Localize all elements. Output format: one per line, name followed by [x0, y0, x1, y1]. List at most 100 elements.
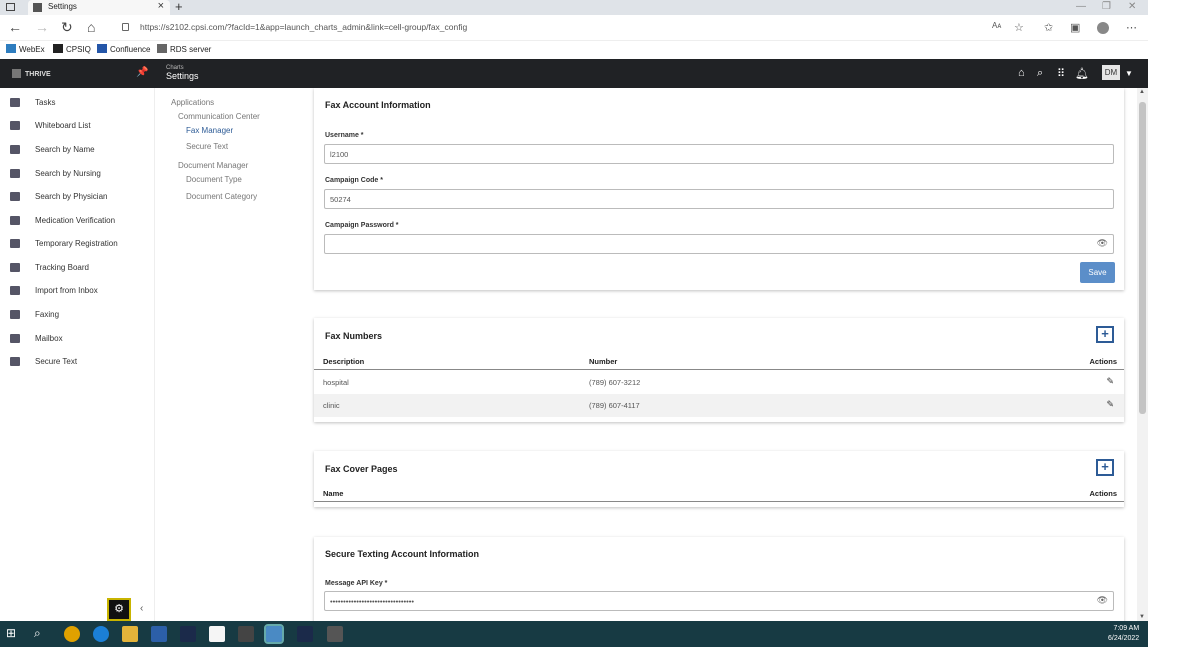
table-row: clinic (789) 607-4117 ✎ — [314, 394, 1124, 417]
breadcrumb: Charts Settings — [166, 65, 199, 81]
forward-icon[interactable]: → — [35, 19, 49, 35]
show-api-key-eye-icon[interactable]: 👁︎ — [1097, 595, 1108, 606]
back-icon[interactable]: ← — [8, 19, 22, 35]
edit-icon[interactable]: ✎ — [1106, 376, 1114, 387]
brand-logo[interactable]: THRIVE — [12, 69, 51, 78]
chrome-icon[interactable] — [64, 626, 80, 642]
taskbar: ⊞ ⌕ 7:09 AM 6/24/2022 — [0, 621, 1148, 647]
cpsiq-icon — [53, 44, 63, 53]
campaign-code-field[interactable]: 50274 — [324, 189, 1114, 209]
search-icon[interactable]: ⌕ — [1037, 67, 1043, 80]
bell-icon[interactable]: 🔔︎ — [1075, 67, 1089, 80]
more-icon[interactable]: ⋯ — [1126, 21, 1137, 34]
sidebar-item-label: Search by Name — [35, 145, 95, 154]
notepad-icon[interactable] — [209, 626, 225, 642]
bookmark-rds-server[interactable]: RDS server — [157, 44, 211, 54]
api-key-field[interactable]: •••••••••••••••••••••••••••••••• 👁︎ — [324, 591, 1114, 611]
app-icon[interactable] — [238, 626, 254, 642]
scroll-down-icon[interactable]: ▼ — [1139, 614, 1145, 620]
subnav-communication-center[interactable]: Communication Center — [178, 112, 260, 121]
search-icon[interactable]: ⌕ — [34, 626, 50, 642]
clock-date: 6/24/2022 — [1108, 635, 1140, 642]
remote-desktop-icon[interactable] — [327, 626, 343, 642]
windows-start-icon[interactable]: ⊞ — [6, 626, 22, 642]
scroll-up-icon[interactable]: ▲ — [1139, 89, 1145, 95]
subnav-fax-manager[interactable]: Fax Manager — [186, 126, 233, 135]
add-cover-page-button[interactable]: + — [1096, 459, 1114, 476]
favorites-icon[interactable]: ✩ — [1044, 21, 1053, 34]
home-icon[interactable]: ⌂ — [1018, 67, 1025, 79]
settings-subnav: Applications Communication Center Fax Ma… — [156, 88, 306, 621]
tasks-icon — [10, 98, 20, 107]
tab-close-icon[interactable]: × — [158, 0, 164, 12]
edit-icon[interactable]: ✎ — [1106, 399, 1114, 410]
vertical-scrollbar[interactable]: ▲ ▼ — [1137, 88, 1148, 621]
show-password-eye-icon[interactable]: 👁︎ — [1097, 238, 1108, 249]
settings-gear-button[interactable]: ⚙ — [107, 598, 131, 621]
browser-tab[interactable]: Settings × — [28, 0, 170, 15]
sidebar-item-secure-text[interactable]: Secure Text — [0, 354, 155, 372]
bookmark-webex[interactable]: WebEx — [6, 44, 45, 54]
profile-icon[interactable] — [1097, 22, 1109, 34]
add-fax-number-button[interactable]: + — [1096, 326, 1114, 343]
pin-icon[interactable]: 📌 — [136, 67, 148, 78]
apps-grid-icon[interactable]: ⠿ — [1057, 67, 1065, 80]
system-clock[interactable]: 7:09 AM 6/24/2022 — [1108, 624, 1139, 644]
subnav-document-type[interactable]: Document Type — [186, 175, 242, 184]
file-explorer-icon[interactable] — [122, 626, 138, 642]
minimize-icon[interactable]: — — [1076, 1, 1086, 12]
add-favorite-icon[interactable]: ☆ — [1014, 21, 1024, 34]
refresh-icon[interactable]: ↻ — [61, 19, 73, 36]
sidebar-item-search-by-physician[interactable]: Search by Physician — [0, 189, 155, 207]
tab-actions-icon[interactable] — [6, 3, 15, 11]
campaign-password-field[interactable]: 👁︎ — [324, 234, 1114, 254]
bookmark-cpsiq[interactable]: CPSIQ — [53, 44, 91, 54]
sidebar-item-tracking-board[interactable]: Tracking Board — [0, 260, 155, 278]
campaign-code-label: Campaign Code * — [325, 177, 383, 184]
sidebar-item-search-by-nursing[interactable]: Search by Nursing — [0, 166, 155, 184]
sidebar-item-tasks[interactable]: Tasks — [0, 95, 155, 113]
lock-icon — [122, 23, 129, 31]
column-header-number: Number — [589, 357, 618, 366]
subnav-secure-text[interactable]: Secure Text — [186, 142, 228, 151]
new-tab-button[interactable]: + — [175, 0, 183, 14]
webex-app-icon[interactable] — [180, 626, 196, 642]
sidebar-item-faxing[interactable]: Faxing — [0, 307, 155, 325]
sidebar-item-mailbox[interactable]: Mailbox — [0, 331, 155, 349]
restore-icon[interactable]: ❐ — [1102, 1, 1111, 12]
scrollbar-thumb[interactable] — [1139, 102, 1146, 414]
window-close-icon[interactable]: ✕ — [1128, 1, 1136, 12]
outlook-icon[interactable] — [151, 626, 167, 642]
bookmark-confluence[interactable]: Confluence — [97, 44, 150, 54]
sidebar-item-temporary-registration[interactable]: Temporary Registration — [0, 236, 155, 254]
sidebar-item-search-by-name[interactable]: Search by Name — [0, 142, 155, 160]
save-button[interactable]: Save — [1080, 262, 1115, 283]
collections-icon[interactable]: ▣ — [1070, 21, 1080, 34]
fax-numbers-card: Fax Numbers + Description Number Actions… — [314, 318, 1124, 422]
brand-name: THRIVE — [25, 71, 51, 78]
edge-active-icon[interactable] — [264, 624, 284, 644]
webex-icon — [6, 44, 16, 53]
campaign-password-label: Campaign Password * — [325, 222, 399, 229]
edge-icon[interactable] — [93, 626, 109, 642]
sidebar-item-medication-verification[interactable]: Medication Verification — [0, 213, 155, 231]
subnav-document-category[interactable]: Document Category — [186, 192, 257, 201]
fax-account-card: Fax Account Information Username * l2100… — [314, 88, 1124, 290]
sidebar-item-label: Mailbox — [35, 334, 63, 343]
username-field[interactable]: l2100 — [324, 144, 1114, 164]
chevron-down-icon[interactable]: ▼ — [1125, 69, 1133, 78]
sidebar-item-label: Tasks — [35, 98, 56, 107]
home-icon[interactable]: ⌂ — [87, 19, 95, 35]
registration-icon — [10, 239, 20, 248]
sidebar-item-whiteboard-list[interactable]: Whiteboard List — [0, 118, 155, 136]
avatar[interactable]: DM — [1102, 65, 1120, 80]
subnav-document-manager[interactable]: Document Manager — [178, 161, 248, 170]
sidebar-item-import-from-inbox[interactable]: Import from Inbox — [0, 283, 155, 301]
sidebar-item-label: Secure Text — [35, 357, 78, 366]
sidebar-item-label: Tracking Board — [35, 263, 89, 272]
favorites-bar: WebEx CPSIQ Confluence RDS server — [0, 41, 1148, 59]
collapse-sidebar-icon[interactable]: ‹ — [140, 603, 143, 614]
webex-meetings-icon[interactable] — [297, 626, 313, 642]
read-aloud-icon[interactable]: Aᴀ — [992, 21, 1001, 30]
subnav-applications[interactable]: Applications — [171, 98, 214, 107]
